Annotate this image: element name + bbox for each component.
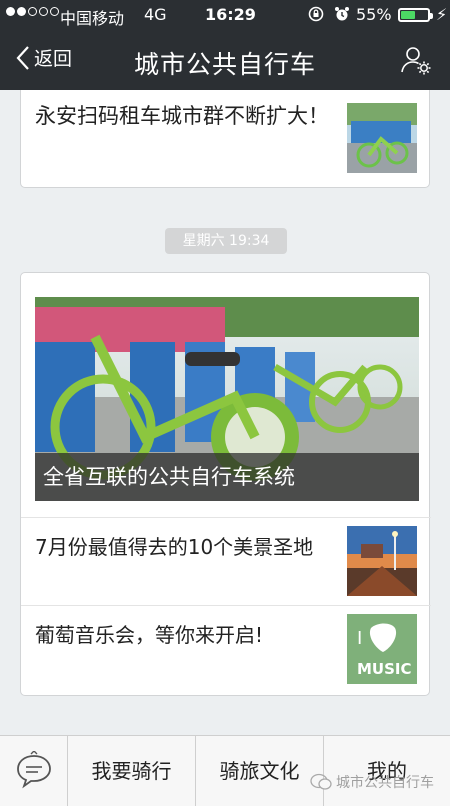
charging-bolt-icon: ⚡ [436,5,448,24]
carrier-name: 中国移动 [60,9,125,28]
article-thumbnail [347,103,417,173]
multi-article-card[interactable]: 全省互联的公共自行车系统 7月份最值得去的10个美景圣地 葡萄音乐会，等你来开启… [20,272,431,697]
bottom-menu-bar: 我要骑行 骑旅文化 我的 [0,735,450,806]
battery-percentage: 55% [356,5,392,24]
page-title: 城市公共自行车 [133,50,316,79]
svg-text:I: I [357,628,362,649]
menu-item-ride[interactable]: 我要骑行 [68,736,196,806]
featured-article-title: 全省互联的公共自行车系统 [35,453,419,501]
battery-icon [398,8,433,22]
timestamp-divider: 星期六 19:34 [165,228,287,254]
menu-item-culture[interactable]: 骑旅文化 [196,736,324,806]
article-list-item[interactable]: 葡萄音乐会，等你来开启! I MUSIC [21,605,431,697]
article-list-item[interactable]: 7月份最值得去的10个美景圣地 [21,517,431,605]
navigation-bar: 返回 城市公共自行车 [0,30,450,90]
status-bar: 中国移动 4G 16:29 55% ⚡ [0,0,450,30]
status-time: 16:29 [205,5,256,24]
watermark: 城市公共自行车 [310,772,434,792]
rotation-lock-icon [308,6,324,22]
message-list[interactable]: 永安扫码租车城市群不断扩大！ 星期六 19:34 全省互联的公共自行车系统 7月… [0,90,450,735]
chat-keyboard-icon [17,751,51,789]
wechat-logo-icon [310,773,332,790]
official-account-settings-icon[interactable] [400,44,432,76]
article-card[interactable]: 永安扫码租车城市群不断扩大！ [20,90,430,188]
article-title: 7月份最值得去的10个美景圣地 [35,535,314,559]
network-type: 4G [144,5,167,24]
article-title: 葡萄音乐会，等你来开启! [35,623,264,647]
alarm-clock-icon [335,7,349,21]
menu-item-mine[interactable]: 我的 [324,736,450,806]
keyboard-toggle-button[interactable] [0,736,68,806]
svg-text:MUSIC: MUSIC [357,660,412,678]
featured-article[interactable]: 全省互联的公共自行车系统 [35,297,419,501]
article-thumbnail: I MUSIC [347,614,417,684]
article-title: 永安扫码租车城市群不断扩大！ [35,104,329,128]
watermark-text: 城市公共自行车 [336,775,434,791]
article-thumbnail [347,526,417,596]
signal-strength-icon [6,7,59,16]
